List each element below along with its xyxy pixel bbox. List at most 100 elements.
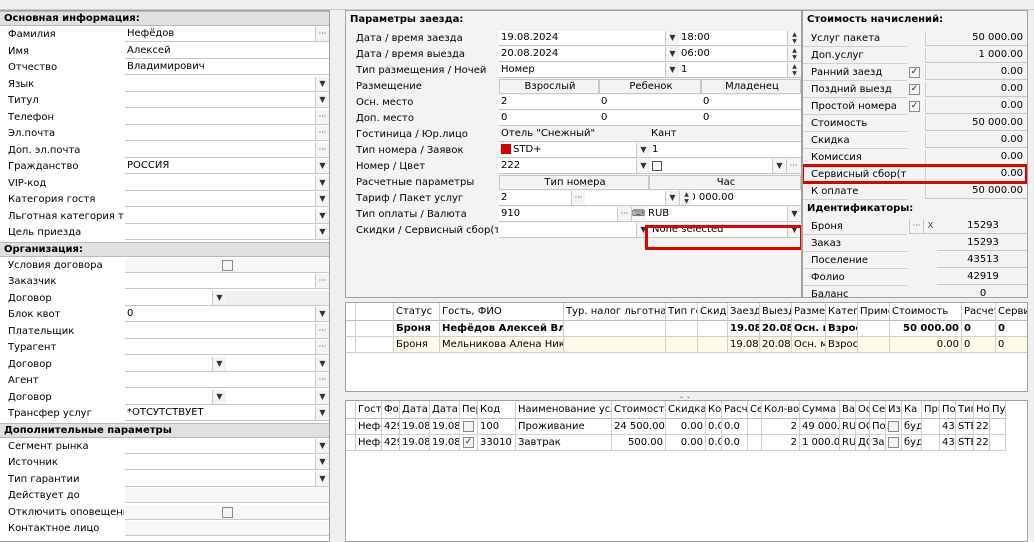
services-header-7[interactable]: Стоимость xyxy=(612,401,666,419)
arrival-time-spinner[interactable]: ▲ ▼ xyxy=(787,31,801,46)
org-field-1[interactable] xyxy=(125,274,315,289)
room-field[interactable]: 222 xyxy=(499,159,637,174)
guests-header-9[interactable]: Примеч xyxy=(858,303,890,321)
guest-cell-1-6[interactable]: 20.08. xyxy=(760,337,792,353)
service-cell-1-10[interactable]: 0.0 xyxy=(722,435,748,451)
service-cell-0-15[interactable]: ОС xyxy=(856,419,870,435)
cost-checkbox-3[interactable]: ✓ xyxy=(909,84,920,95)
guests-header-5[interactable]: Заезд xyxy=(728,303,760,321)
guest-cell-1-0[interactable]: Броня xyxy=(394,337,440,353)
service-cell-1-21[interactable]: STE xyxy=(956,435,974,451)
extra-child-field[interactable]: 0 xyxy=(599,111,701,126)
guest-cell-1-2[interactable] xyxy=(564,337,666,353)
pay-type-field[interactable]: 910 xyxy=(499,207,617,222)
org-more-button-4[interactable]: ··· xyxy=(315,323,329,339)
guest-cell-0-7[interactable]: Осн. м xyxy=(792,321,826,337)
departure-date-dropdown[interactable]: ▼ xyxy=(665,47,679,62)
basic-field-11[interactable] xyxy=(125,208,315,224)
guest-cell-1-5[interactable]: 19.08. xyxy=(728,337,760,353)
service-cell-0-21[interactable]: STE xyxy=(956,419,974,435)
departure-time-spinner[interactable]: ▲ ▼ xyxy=(787,47,801,62)
services-header-6[interactable]: Наименование услуг xyxy=(516,401,612,419)
services-header-16[interactable]: Се xyxy=(870,401,886,419)
extra-dropdown-0[interactable]: ▼ xyxy=(315,438,329,454)
service-cell-0-5[interactable]: 100 xyxy=(478,419,516,435)
org-field2-6[interactable] xyxy=(226,356,315,372)
service-cell-0-17[interactable] xyxy=(886,419,902,435)
guest-cell-0-4[interactable] xyxy=(698,321,728,337)
service-cell-0-4[interactable] xyxy=(460,419,478,435)
extra-adult-field[interactable]: 0 xyxy=(499,111,599,126)
extra-field-1[interactable] xyxy=(125,455,315,470)
departure-time-field[interactable]: 06:00 xyxy=(679,47,797,62)
service-cell-0-22[interactable]: 222 xyxy=(974,419,990,435)
departure-date-field[interactable]: 20.08.2024 xyxy=(499,47,667,62)
cost-checkbox-2[interactable]: ✓ xyxy=(909,67,920,78)
service-cell-0-16[interactable]: Пос xyxy=(870,419,886,435)
guests-header-8[interactable]: Катего xyxy=(826,303,858,321)
hotel-field[interactable]: Отель "Снежный" xyxy=(499,127,649,142)
service-cell-1-9[interactable]: 0.0 xyxy=(706,435,722,451)
roomtype-field[interactable]: STD+ xyxy=(499,143,637,158)
services-header-8[interactable]: Скидка xyxy=(666,401,706,419)
guest-cell-0-2[interactable] xyxy=(564,321,666,337)
service-cell-1-3[interactable]: 19.08 xyxy=(430,435,460,451)
main-child-field[interactable]: 0 xyxy=(599,95,701,110)
main-infant-field[interactable]: 0 xyxy=(701,95,801,110)
basic-field-5[interactable] xyxy=(125,109,315,125)
basic-more-button-7[interactable]: ··· xyxy=(315,142,329,158)
basic-more-button-5[interactable]: ··· xyxy=(315,109,329,125)
service-cell-0-2[interactable]: 19.08 xyxy=(400,419,430,435)
service-cell-1-12[interactable]: 2 xyxy=(762,435,800,451)
discount-field[interactable] xyxy=(499,223,637,238)
basic-more-button-6[interactable]: ··· xyxy=(315,126,329,141)
extra-dropdown-2[interactable]: ▼ xyxy=(315,471,329,487)
service-cell-0-0[interactable]: Нефё xyxy=(356,419,382,435)
service-cell-0-10[interactable]: 0.0 xyxy=(722,419,748,435)
guest-cell-1-4[interactable] xyxy=(698,337,728,353)
guests-header-7[interactable]: Размещ xyxy=(792,303,826,321)
basic-dropdown-3[interactable]: ▼ xyxy=(315,76,329,92)
org-field-4[interactable] xyxy=(125,323,315,339)
services-header-12[interactable]: Кол-во xyxy=(762,401,800,419)
main-adult-field[interactable]: 2 xyxy=(499,95,599,110)
tariff-more-button[interactable]: ··· xyxy=(571,191,585,206)
guest-cell-0-5[interactable]: 19.08. xyxy=(728,321,760,337)
org-field-9[interactable]: *ОТСУТСТВУЕТ xyxy=(125,406,315,421)
basic-field-12[interactable] xyxy=(125,225,315,240)
currency-dropdown[interactable]: ▼ xyxy=(787,207,801,222)
service-cell-1-6[interactable]: Завтрак xyxy=(516,435,612,451)
org-more-button-5[interactable]: ··· xyxy=(315,340,329,355)
services-header-3[interactable]: Дата xyxy=(430,401,460,419)
service-cell-1-11[interactable] xyxy=(748,435,762,451)
services-header-23[interactable]: Пут xyxy=(990,401,1006,419)
org-dropdown-2[interactable]: ▼ xyxy=(212,290,226,306)
color-field[interactable] xyxy=(650,159,772,174)
guest-cell-0-6[interactable]: 20.08. xyxy=(760,321,792,337)
org-field-7[interactable] xyxy=(125,373,315,388)
guest-cell-0-11[interactable]: 0 xyxy=(962,321,996,337)
org-more-button-7[interactable]: ··· xyxy=(315,373,329,388)
service-cell-1-14[interactable]: RUI xyxy=(840,435,856,451)
booking-more-button[interactable]: ··· xyxy=(909,219,923,234)
services-header-17[interactable]: Изм xyxy=(886,401,902,419)
guest-cell-1-1[interactable]: Мельникова Алена Николае xyxy=(440,337,564,353)
arrival-time-field[interactable]: 18:00 xyxy=(679,31,797,46)
extra-field-0[interactable] xyxy=(125,438,315,454)
guest-cell-0-12[interactable]: 0 xyxy=(996,321,1027,337)
guests-header-0[interactable]: Статус xyxy=(394,303,440,321)
org-field-3[interactable]: 0 xyxy=(125,307,315,322)
org-dropdown-6[interactable]: ▼ xyxy=(212,356,226,372)
service-cell-0-19[interactable] xyxy=(922,419,940,435)
nights-spinner[interactable]: ▲ ▼ xyxy=(787,63,801,78)
service-cell-1-0[interactable]: Нефё xyxy=(356,435,382,451)
services-header-19[interactable]: При xyxy=(922,401,940,419)
extra-checkbox-4[interactable] xyxy=(222,506,233,518)
guest-cell-0-9[interactable] xyxy=(858,321,890,337)
guest-cell-0-8[interactable]: Взросл xyxy=(826,321,858,337)
basic-dropdown-4[interactable]: ▼ xyxy=(315,93,329,108)
color-dropdown[interactable]: ▼ xyxy=(772,159,786,174)
services-header-18[interactable]: Ка xyxy=(902,401,922,419)
service-cell-1-8[interactable]: 0.00 xyxy=(666,435,706,451)
services-header-2[interactable]: Дата xyxy=(400,401,430,419)
